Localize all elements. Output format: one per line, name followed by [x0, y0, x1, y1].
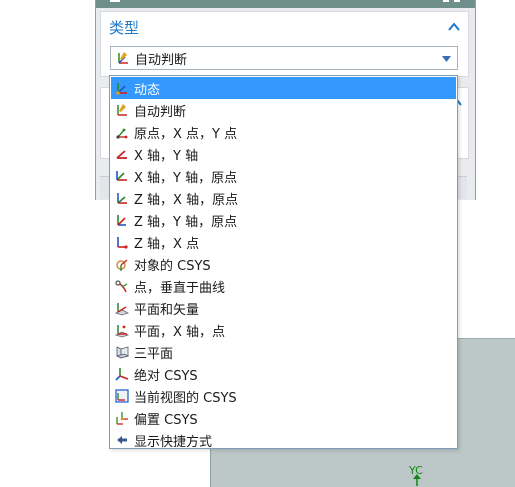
point-normal-to-curve-icon: [115, 280, 128, 293]
type-select-value: 自动判断: [135, 52, 188, 68]
dropdown-option[interactable]: Z 轴，Y 轴，原点: [111, 209, 456, 231]
dropdown-option[interactable]: 动态: [111, 77, 456, 99]
dropdown-option[interactable]: 原点，X 点，Y 点: [111, 121, 456, 143]
dropdown-option-label: X 轴，Y 轴: [134, 148, 199, 164]
dropdown-option-label: 显示快捷方式: [134, 434, 213, 450]
dropdown-option[interactable]: X 轴，Y 轴: [111, 143, 456, 165]
dropdown-option-label: 绝对 CSYS: [134, 368, 198, 384]
object-csys-icon: [116, 259, 128, 271]
dropdown-option[interactable]: 平面，X 轴，点: [111, 319, 456, 341]
dropdown-option-label: Z 轴，X 轴，原点: [134, 192, 239, 208]
dropdown-option[interactable]: 平面和矢量: [111, 297, 456, 319]
plane-and-vector-icon: [114, 303, 130, 316]
z-axis-x-point-icon: [117, 237, 128, 249]
dialog-titlebar: [96, 0, 475, 8]
dropdown-option[interactable]: 当前视图的 CSYS: [111, 385, 456, 407]
dropdown-option[interactable]: 显示快捷方式: [111, 429, 456, 451]
three-planes-icon: [115, 346, 130, 359]
dialog-menu-icon[interactable]: [108, 0, 122, 6]
plane-x-axis-point-icon: [114, 325, 130, 338]
x-axis-y-axis-origin-icon: [116, 171, 127, 181]
dropdown-option-label: 点，垂直于曲线: [134, 280, 226, 296]
type-dropdown-list[interactable]: 动态自动判断原点，X 点，Y 点 X 轴，Y 轴 X 轴，Y 轴，原点 Z 轴，X 轴…: [109, 75, 458, 451]
dropdown-option[interactable]: 偏置 CSYS: [111, 407, 456, 429]
inferred-csys-icon: [118, 52, 128, 64]
dropdown-option[interactable]: 对象的 CSYS: [111, 253, 456, 275]
dropdown-option-label: 原点，X 点，Y 点: [134, 126, 238, 142]
yc-axis-arrow-icon: [413, 474, 421, 486]
origin-xpoint-ypoint-icon: [116, 128, 128, 139]
show-shortcuts-icon: [117, 436, 127, 444]
dropdown-option-label: Z 轴，X 点: [134, 236, 200, 252]
dropdown-option-label: Z 轴，Y 轴，原点: [134, 214, 238, 230]
chevron-down-icon: [442, 56, 451, 62]
dropdown-option[interactable]: Z 轴，X 点: [111, 231, 456, 253]
dropdown-option-label: 动态: [134, 82, 161, 98]
collapse-chevron-up-icon[interactable]: [448, 22, 460, 31]
dropdown-option-label: 平面，X 轴，点: [134, 324, 226, 340]
z-axis-x-axis-origin-icon: [117, 193, 127, 204]
dropdown-option[interactable]: 绝对 CSYS: [111, 363, 456, 385]
dropdown-option-label: 三平面: [134, 346, 174, 362]
x-axis-y-axis-icon: [116, 150, 127, 159]
z-axis-y-axis-origin-icon: [117, 215, 126, 226]
dropdown-option-label: X 轴，Y 轴，原点: [134, 170, 238, 186]
dropdown-option-label: 自动判断: [134, 104, 187, 120]
dropdown-option[interactable]: 三平面: [111, 341, 456, 363]
dropdown-option-label: 当前视图的 CSYS: [134, 390, 237, 406]
dropdown-option[interactable]: 点，垂直于曲线: [111, 275, 456, 297]
dropdown-option-label: 对象的 CSYS: [134, 258, 211, 274]
dialog-controls-icon[interactable]: [441, 0, 463, 6]
type-select[interactable]: 自动判断: [110, 46, 458, 70]
type-section: 类型 自动判断: [100, 11, 469, 77]
type-section-heading[interactable]: 类型: [109, 17, 139, 38]
inferred-csys-icon: [117, 104, 127, 116]
dropdown-option-label: 偏置 CSYS: [134, 412, 198, 428]
dropdown-option[interactable]: 自动判断: [111, 99, 456, 121]
dropdown-option[interactable]: X 轴，Y 轴，原点: [111, 165, 456, 187]
offset-csys-icon: [116, 412, 128, 425]
absolute-csys-icon: [115, 368, 129, 381]
dropdown-option-label: 平面和矢量: [134, 302, 200, 318]
dropdown-option[interactable]: Z 轴，X 轴，原点: [111, 187, 456, 209]
current-view-csys-icon: [115, 389, 129, 403]
dynamic-csys-icon: [116, 83, 127, 95]
